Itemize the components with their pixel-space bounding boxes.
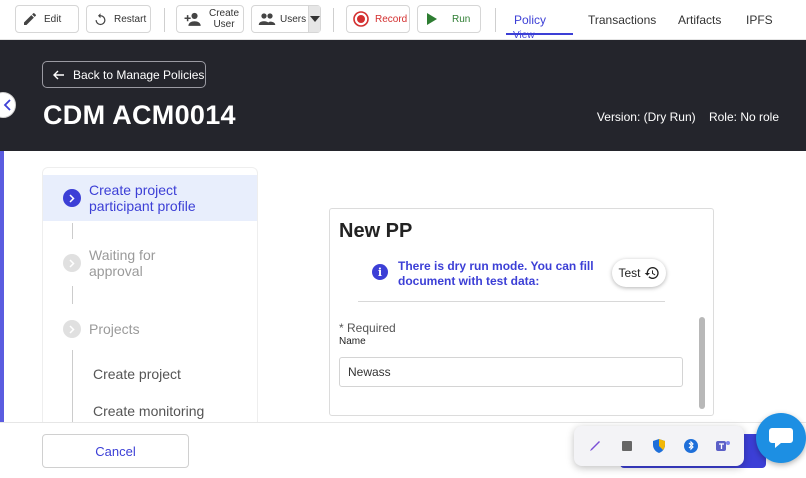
create-user-label-line2: User bbox=[213, 19, 235, 30]
step-waiting-approval[interactable]: Waiting for approval bbox=[43, 246, 257, 286]
arrow-left-icon bbox=[53, 70, 64, 79]
dry-run-notice: There is dry run mode. You can fill docum… bbox=[398, 259, 598, 289]
history-icon bbox=[644, 267, 659, 279]
pen-icon[interactable] bbox=[584, 435, 605, 457]
record-button[interactable]: Record bbox=[346, 5, 410, 33]
edit-label: Edit bbox=[44, 13, 62, 25]
tab-policy-label: Policy bbox=[514, 13, 547, 27]
chevron-right-icon bbox=[63, 254, 81, 272]
dry-run-notice-line2: document with test data: bbox=[398, 274, 540, 288]
new-pp-form: New PP i There is dry run mode. You can … bbox=[329, 208, 714, 416]
create-user-label-line1: Create bbox=[209, 8, 240, 19]
note-icon[interactable] bbox=[616, 435, 637, 457]
step-connector bbox=[72, 223, 73, 239]
run-label: Run bbox=[452, 13, 471, 25]
name-field-label: Name bbox=[339, 336, 366, 347]
form-divider bbox=[358, 301, 665, 302]
step-connector bbox=[72, 350, 73, 426]
test-data-button[interactable]: Test bbox=[612, 259, 666, 287]
active-tab-indicator bbox=[506, 33, 573, 35]
form-scrollbar[interactable] bbox=[699, 317, 705, 409]
policy-meta: Version: (Dry Run) Role: No role bbox=[587, 110, 779, 124]
users-label: Users bbox=[280, 13, 307, 25]
step-label-line1: Create project bbox=[89, 182, 177, 198]
cancel-button[interactable]: Cancel bbox=[42, 434, 189, 468]
bluetooth-icon[interactable] bbox=[680, 435, 701, 457]
collapse-sidebar-button[interactable] bbox=[0, 92, 16, 118]
step-label-line2: participant profile bbox=[89, 198, 196, 214]
users-dropdown[interactable]: Users bbox=[251, 5, 321, 33]
version-text: Version: (Dry Run) bbox=[596, 110, 696, 124]
tab-ipfs[interactable]: IPFS bbox=[746, 13, 773, 27]
substep-create-project[interactable]: Create project bbox=[93, 366, 181, 382]
required-note: * Required bbox=[339, 321, 396, 335]
toolbar-separator bbox=[333, 8, 334, 32]
toolbar-separator bbox=[164, 8, 165, 32]
back-to-policies-button[interactable]: Back to Manage Policies bbox=[42, 61, 206, 88]
dry-run-notice-line1: There is dry run mode. You can fill bbox=[398, 259, 594, 273]
step-create-pp[interactable]: Create project participant profile bbox=[43, 175, 257, 221]
step-label-line1: Waiting for bbox=[89, 247, 156, 263]
page-title: CDM ACM0014 bbox=[43, 100, 236, 130]
pencil-icon bbox=[24, 12, 37, 25]
form-title: New PP bbox=[339, 220, 413, 242]
edit-button[interactable]: Edit bbox=[15, 5, 79, 33]
step-connector bbox=[72, 286, 73, 304]
step-label-line1: Projects bbox=[89, 321, 140, 337]
name-input[interactable] bbox=[339, 357, 683, 387]
tab-transactions[interactable]: Transactions bbox=[588, 13, 656, 27]
top-toolbar: Edit Restart Create User Users Record Run… bbox=[0, 0, 806, 41]
chevron-right-icon bbox=[63, 189, 81, 207]
chat-support-button[interactable] bbox=[756, 413, 806, 463]
chevron-left-icon bbox=[3, 99, 11, 111]
add-user-icon bbox=[184, 12, 201, 26]
test-label: Test bbox=[618, 266, 641, 280]
shield-icon[interactable] bbox=[648, 435, 669, 457]
teams-icon[interactable] bbox=[712, 435, 733, 457]
create-user-button[interactable]: Create User bbox=[176, 5, 244, 33]
floating-tray bbox=[574, 426, 744, 466]
policy-header: Back to Manage Policies CDM ACM0014 Vers… bbox=[0, 40, 806, 151]
info-icon: i bbox=[372, 264, 388, 280]
restart-label: Restart bbox=[114, 13, 147, 25]
chevron-right-icon bbox=[63, 320, 81, 338]
substep-create-monitoring[interactable]: Create monitoring bbox=[93, 403, 204, 419]
run-button[interactable]: Run bbox=[417, 5, 481, 33]
record-icon bbox=[353, 11, 369, 27]
step-projects[interactable]: Projects bbox=[43, 318, 257, 340]
users-icon bbox=[258, 13, 276, 25]
record-label: Record bbox=[375, 13, 408, 25]
chat-icon bbox=[769, 428, 793, 448]
workflow-steps: Create project participant profile Waitin… bbox=[42, 167, 258, 427]
chevron-down-icon[interactable] bbox=[308, 6, 320, 32]
tab-policy-view[interactable]: Policy View bbox=[513, 13, 547, 41]
role-text: Role: No role bbox=[708, 110, 779, 124]
step-label-line2: approval bbox=[89, 263, 143, 279]
toolbar-separator bbox=[495, 8, 496, 32]
back-label: Back to Manage Policies bbox=[73, 67, 205, 82]
play-icon bbox=[427, 13, 437, 25]
restart-icon bbox=[95, 12, 106, 25]
tab-artifacts[interactable]: Artifacts bbox=[678, 13, 721, 27]
restart-button[interactable]: Restart bbox=[86, 5, 151, 33]
